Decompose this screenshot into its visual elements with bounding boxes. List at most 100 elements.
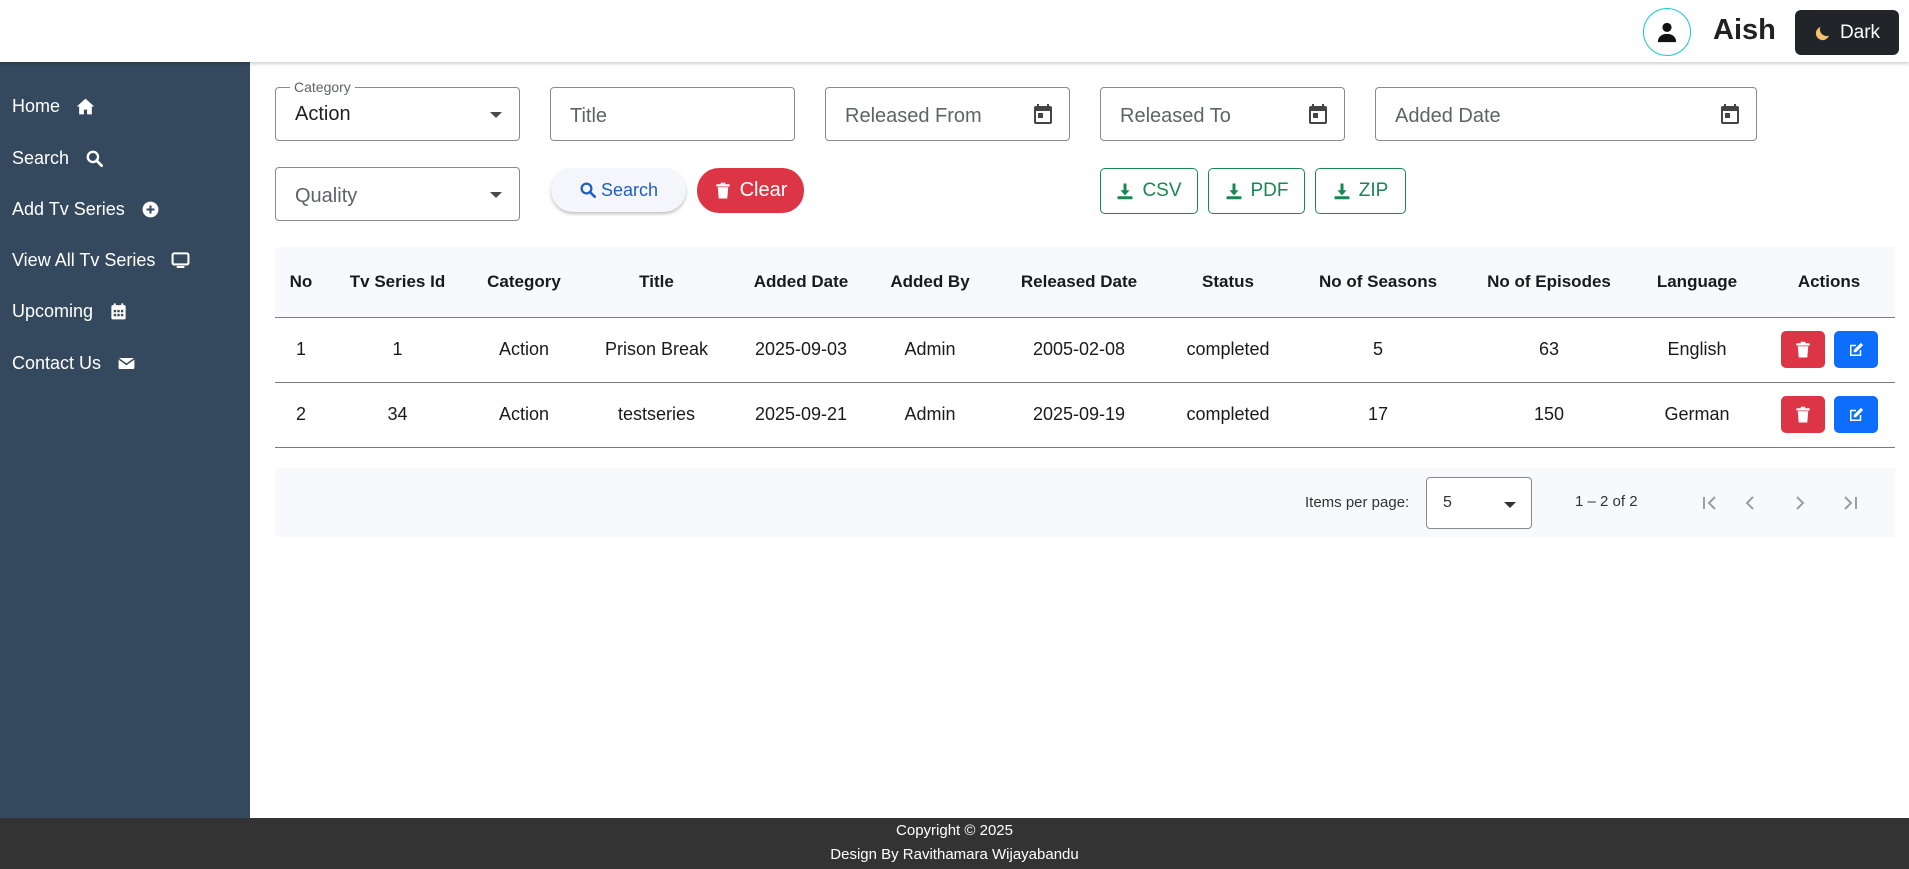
sidebar-item-contact-us[interactable]: Contact Us (12, 348, 136, 378)
cell-category: Action (468, 382, 580, 448)
cell-added-by: Admin (869, 382, 991, 448)
clear-button[interactable]: Clear (697, 168, 804, 213)
delete-button[interactable] (1780, 331, 1825, 368)
zip-label: ZIP (1358, 180, 1389, 201)
released-to-placeholder: Released To (1120, 105, 1231, 127)
category-select[interactable]: Category Action (275, 79, 520, 141)
column-header[interactable]: Added By (869, 247, 991, 318)
moon-icon (1815, 26, 1829, 40)
export-pdf-button[interactable]: PDF (1208, 168, 1305, 214)
column-header[interactable]: Title (580, 247, 733, 318)
next-page-button[interactable] (1785, 488, 1815, 518)
released-to-datepicker[interactable]: Released To (1100, 87, 1345, 141)
added-date-datepicker[interactable]: Added Date (1375, 87, 1757, 141)
footer: Copyright © 2025 Design By Ravithamara W… (0, 818, 1909, 869)
sidebar-item-label: Search (12, 147, 70, 168)
cell-no: 1 (275, 317, 327, 383)
column-header[interactable]: Language (1631, 247, 1763, 318)
search-icon (580, 182, 597, 199)
cell-id: 1 (327, 317, 468, 383)
column-header: Actions (1763, 247, 1895, 318)
cell-added-date: 2025-09-03 (733, 317, 869, 383)
edit-icon (1849, 342, 1863, 356)
envelope-icon (118, 357, 135, 369)
sidebar: Home Search Add Tv Series View All Tv Se… (0, 62, 250, 818)
paginator: Items per page: 5 1 – 2 of 2 (275, 468, 1895, 537)
chevron-right-icon (1796, 496, 1805, 510)
dark-mode-label: Dark (1839, 21, 1881, 43)
column-header[interactable]: No of Seasons (1289, 247, 1467, 318)
tv-series-table: No Tv Series Id Category Title Added Dat… (275, 247, 1895, 448)
download-icon (1226, 183, 1241, 200)
cell-title: testseries (580, 382, 733, 448)
top-navbar: Aish Dark (0, 0, 1909, 62)
category-value: Action (295, 103, 351, 125)
column-header[interactable]: Status (1167, 247, 1289, 318)
column-header[interactable]: Added Date (733, 247, 869, 318)
cell-status: completed (1167, 317, 1289, 383)
released-from-placeholder: Released From (845, 105, 982, 127)
cell-language: English (1631, 317, 1763, 383)
cell-id: 34 (327, 382, 468, 448)
clear-button-label: Clear (739, 179, 788, 201)
quality-placeholder: Quality (295, 185, 358, 207)
chevron-down-icon (490, 112, 502, 118)
download-icon (1334, 183, 1350, 200)
sidebar-item-view-all-tv-series[interactable]: View All Tv Series (12, 245, 190, 275)
trash-icon (1795, 341, 1810, 357)
calendar-icon[interactable] (1031, 102, 1055, 126)
home-icon (76, 98, 95, 114)
cell-actions (1763, 317, 1895, 383)
first-page-button[interactable] (1695, 488, 1725, 518)
page-size-select[interactable]: 5 (1426, 477, 1532, 529)
quality-select[interactable]: Quality (275, 167, 520, 221)
table-row: 1 1 Action Prison Break 2025-09-03 Admin… (275, 317, 1895, 383)
previous-page-button[interactable] (1735, 488, 1765, 518)
cell-no: 2 (275, 382, 327, 448)
sidebar-item-upcoming[interactable]: Upcoming (12, 296, 128, 326)
search-button[interactable]: Search (551, 168, 686, 212)
user-avatar[interactable] (1643, 8, 1691, 56)
calendar-icon[interactable] (1718, 102, 1742, 126)
column-header[interactable]: Category (468, 247, 580, 318)
export-zip-button[interactable]: ZIP (1315, 168, 1406, 214)
user-icon (1657, 22, 1677, 43)
title-input[interactable]: Title (550, 87, 795, 141)
export-csv-button[interactable]: CSV (1100, 168, 1198, 214)
page-size-value: 5 (1443, 494, 1452, 511)
first-page-icon (1703, 496, 1716, 510)
tv-icon (171, 251, 190, 268)
sidebar-item-home[interactable]: Home (12, 91, 95, 121)
pdf-label: PDF (1250, 180, 1289, 201)
designer-credit: Design By Ravithamara Wijayabandu (830, 846, 1079, 863)
edit-button[interactable] (1833, 396, 1878, 433)
column-header[interactable]: No (275, 247, 327, 318)
released-from-datepicker[interactable]: Released From (825, 87, 1070, 141)
cell-title: Prison Break (580, 317, 733, 383)
table-header-row: No Tv Series Id Category Title Added Dat… (275, 247, 1895, 318)
chevron-down-icon (490, 192, 502, 198)
edit-button[interactable] (1833, 331, 1878, 368)
dark-mode-button[interactable]: Dark (1795, 10, 1899, 55)
chevron-left-icon (1745, 496, 1754, 510)
sidebar-item-search[interactable]: Search (12, 143, 104, 173)
cell-category: Action (468, 317, 580, 383)
sidebar-item-label: Contact Us (12, 352, 102, 373)
added-date-placeholder: Added Date (1395, 105, 1501, 127)
csv-label: CSV (1142, 180, 1182, 201)
column-header[interactable]: Released Date (991, 247, 1167, 318)
cell-actions (1763, 382, 1895, 448)
download-icon (1117, 183, 1133, 200)
cell-added-by: Admin (869, 317, 991, 383)
column-header[interactable]: Tv Series Id (327, 247, 468, 318)
calendar-icon[interactable] (1306, 102, 1330, 126)
delete-button[interactable] (1780, 396, 1825, 433)
column-header[interactable]: No of Episodes (1467, 247, 1631, 318)
trash-icon (1795, 406, 1810, 422)
chevron-down-icon (1504, 502, 1516, 508)
sidebar-item-label: Add Tv Series (12, 198, 125, 219)
last-page-button[interactable] (1835, 488, 1865, 518)
sidebar-item-add-tv-series[interactable]: Add Tv Series (12, 194, 160, 224)
search-icon (86, 150, 104, 167)
last-page-icon (1844, 496, 1857, 510)
